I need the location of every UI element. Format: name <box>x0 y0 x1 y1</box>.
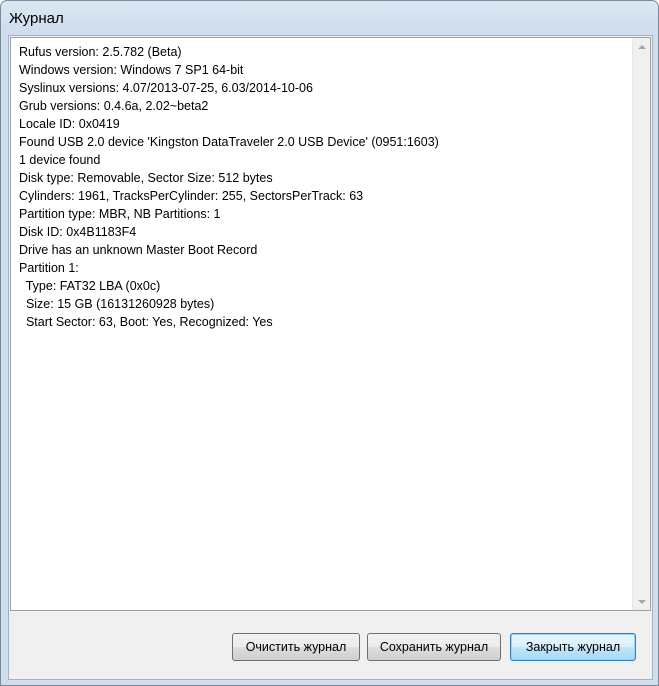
scroll-up-arrow-icon[interactable] <box>633 38 650 55</box>
scroll-down-arrow-icon[interactable] <box>633 593 650 610</box>
log-window: Журнал Rufus version: 2.5.782 (Beta) Wind… <box>0 0 659 686</box>
log-line: Syslinux versions: 4.07/2013-07-25, 6.03… <box>19 81 313 95</box>
save-log-button[interactable]: Сохранить журнал <box>367 633 501 661</box>
log-line: Partition 1: <box>19 261 79 275</box>
log-line: Type: FAT32 LBA (0x0c) <box>19 279 161 293</box>
log-line: Disk type: Removable, Sector Size: 512 b… <box>19 171 273 185</box>
log-line: Rufus version: 2.5.782 (Beta) <box>19 45 182 59</box>
clear-log-button[interactable]: Очистить журнал <box>232 633 360 661</box>
vertical-scrollbar[interactable] <box>632 38 650 610</box>
log-line: Drive has an unknown Master Boot Record <box>19 243 258 257</box>
log-line: Locale ID: 0x0419 <box>19 117 120 131</box>
log-content: Rufus version: 2.5.782 (Beta) Windows ver… <box>19 43 628 610</box>
close-log-button[interactable]: Закрыть журнал <box>510 633 636 661</box>
window-client-area: Rufus version: 2.5.782 (Beta) Windows ver… <box>8 35 653 680</box>
log-line: Disk ID: 0x4B1183F4 <box>19 225 137 239</box>
log-line: Start Sector: 63, Boot: Yes, Recognized:… <box>19 315 273 329</box>
log-line: Grub versions: 0.4.6a, 2.02~beta2 <box>19 99 209 113</box>
log-line: Windows version: Windows 7 SP1 64-bit <box>19 63 244 77</box>
log-line: Size: 15 GB (16131260928 bytes) <box>19 297 215 311</box>
title-bar[interactable]: Журнал <box>1 1 658 35</box>
log-line: 1 device found <box>19 153 101 167</box>
log-text-area[interactable]: Rufus version: 2.5.782 (Beta) Windows ver… <box>10 37 651 611</box>
window-title: Журнал <box>9 10 64 27</box>
log-line: Cylinders: 1961, TracksPerCylinder: 255,… <box>19 189 364 203</box>
log-line: Partition type: MBR, NB Partitions: 1 <box>19 207 221 221</box>
log-line: Found USB 2.0 device 'Kingston DataTrave… <box>19 135 439 149</box>
